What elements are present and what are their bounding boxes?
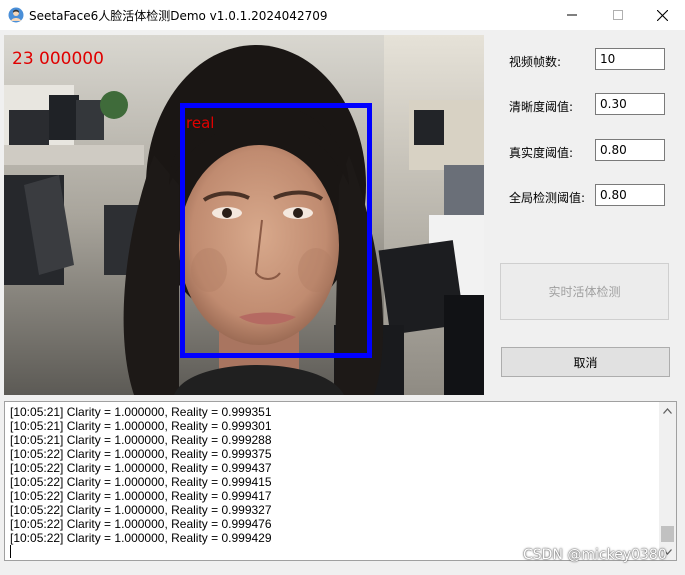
log-lines: [10:05:21] Clarity = 1.000000, Reality =…: [10, 405, 272, 545]
clarity-threshold-input[interactable]: 0.30: [595, 93, 665, 115]
log-scrollbar[interactable]: [659, 402, 676, 560]
person-avatar-icon: [8, 7, 24, 23]
title-bar: SeetaFace6人脸活体检测Demo v1.0.1.2024042709: [0, 0, 685, 30]
log-line: [10:05:22] Clarity = 1.000000, Reality =…: [10, 447, 272, 461]
clarity-threshold-label: 清晰度阈值:: [509, 100, 574, 114]
log-line: [10:05:22] Clarity = 1.000000, Reality =…: [10, 461, 272, 475]
cancel-button[interactable]: 取消: [501, 347, 670, 377]
maximize-button[interactable]: [595, 0, 641, 30]
face-detection-box: [180, 103, 372, 358]
text-caret: [10, 545, 11, 558]
log-line: [10:05:22] Clarity = 1.000000, Reality =…: [10, 517, 272, 531]
liveness-label: real: [186, 114, 215, 132]
reality-threshold-input[interactable]: 0.80: [595, 139, 665, 161]
log-line: [10:05:22] Clarity = 1.000000, Reality =…: [10, 489, 272, 503]
log-textarea[interactable]: [10:05:21] Clarity = 1.000000, Reality =…: [4, 401, 677, 561]
close-button[interactable]: [639, 0, 685, 30]
realtime-liveness-detect-button[interactable]: 实时活体检测: [500, 263, 669, 320]
global-threshold-input[interactable]: 0.80: [595, 184, 665, 206]
reality-threshold-label: 真实度阈值:: [509, 146, 574, 160]
minimize-button[interactable]: [549, 0, 595, 30]
log-line: [10:05:21] Clarity = 1.000000, Reality =…: [10, 405, 272, 419]
video-frames-label: 视频帧数:: [509, 55, 562, 69]
log-line: [10:05:22] Clarity = 1.000000, Reality =…: [10, 531, 272, 545]
watermark-text: CSDN @mickey0380: [523, 547, 667, 563]
video-frames-input[interactable]: 10: [595, 48, 665, 70]
log-line: [10:05:22] Clarity = 1.000000, Reality =…: [10, 475, 272, 489]
log-line: [10:05:21] Clarity = 1.000000, Reality =…: [10, 419, 272, 433]
window-bottom-edge: [0, 571, 685, 575]
close-icon: [656, 9, 668, 21]
minimize-icon: [567, 10, 577, 20]
window-title: SeetaFace6人脸活体检测Demo v1.0.1.2024042709: [29, 9, 328, 23]
video-feed: 23 000000 real: [4, 35, 484, 395]
log-line: [10:05:22] Clarity = 1.000000, Reality =…: [10, 503, 272, 517]
chevron-up-icon[interactable]: [659, 402, 676, 419]
scrollbar-thumb[interactable]: [661, 526, 674, 542]
global-threshold-label: 全局检测阈值:: [509, 191, 586, 205]
maximize-icon: [613, 10, 623, 20]
log-line: [10:05:21] Clarity = 1.000000, Reality =…: [10, 433, 272, 447]
fps-overlay-text: 23 000000: [12, 49, 104, 69]
